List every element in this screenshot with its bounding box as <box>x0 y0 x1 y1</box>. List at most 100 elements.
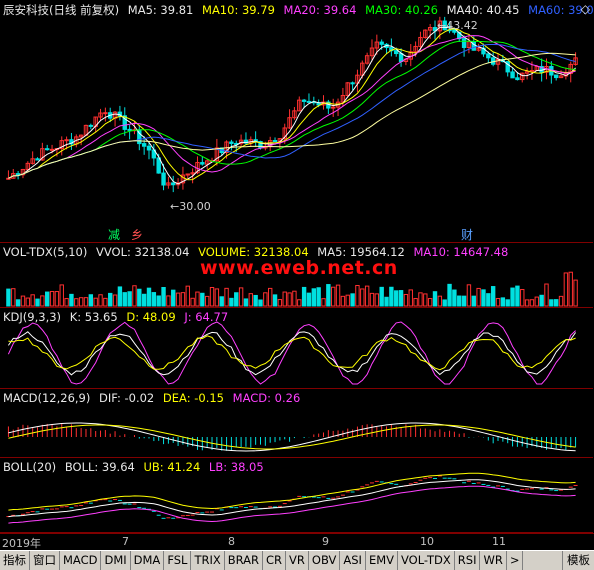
candle-body <box>103 112 108 115</box>
moving-average-line <box>8 44 576 179</box>
boll-ub-value: UB: 41.24 <box>143 460 201 474</box>
event-marker-right[interactable]: 财 <box>461 226 473 243</box>
tab-trix[interactable]: TRIX <box>191 551 225 570</box>
volume-bar <box>11 288 16 307</box>
candle-body <box>398 53 404 62</box>
ma40-value: MA40: 40.45 <box>446 3 520 17</box>
volume-bar <box>520 289 525 307</box>
candle-body <box>161 172 166 186</box>
tab-obv[interactable]: OBV <box>309 551 341 570</box>
tab-dma[interactable]: DMA <box>131 551 165 570</box>
date-label: 10 <box>420 535 434 548</box>
volume-bar <box>180 292 186 307</box>
tab-window[interactable]: 窗口 <box>30 551 60 570</box>
volume-bar <box>248 293 253 307</box>
tab-fsl[interactable]: FSL <box>164 551 192 570</box>
tab-macd[interactable]: MACD <box>60 551 102 570</box>
ma5-value: MA5: 39.81 <box>127 3 194 17</box>
volume-bar <box>166 295 171 307</box>
candle-body <box>15 173 21 176</box>
volume-bar <box>219 296 224 307</box>
moving-average-line <box>8 52 576 179</box>
candle-body <box>461 38 467 48</box>
tab-vol-tdx[interactable]: VOL-TDX <box>398 551 455 570</box>
macd-panel[interactable]: MACD(12,26,9) DIF: -0.02 DEA: -0.15 MACD… <box>0 389 593 458</box>
volume-bar <box>238 287 244 307</box>
volume-bar <box>423 293 428 307</box>
volume-bar <box>88 294 94 307</box>
volume-bar <box>243 298 249 307</box>
volume-bar <box>510 287 515 307</box>
volume-bar <box>49 290 55 307</box>
date-label: 2019年 <box>2 537 41 550</box>
tab-asi[interactable]: ASI <box>340 551 366 570</box>
boll-lower-band <box>8 485 576 524</box>
volume-bar <box>369 292 375 307</box>
volume-bar <box>204 295 210 307</box>
kdj-panel[interactable]: KDJ(9,3,3) K: 53.65 D: 48.09 J: 64.77 <box>0 308 593 389</box>
boll-mid-band <box>8 479 576 518</box>
tab-wr[interactable]: WR <box>480 551 507 570</box>
macd-dea-line <box>8 424 576 450</box>
boll-upper-band <box>8 472 576 511</box>
volume-bar <box>340 295 346 307</box>
tab-dmi[interactable]: DMI <box>101 551 131 570</box>
boll-header: BOLL(20) BOLL: 39.64 UB: 41.24 LB: 38.05 <box>3 460 269 474</box>
volume-bar <box>40 295 45 307</box>
volume-bar <box>394 290 399 307</box>
tab-brar[interactable]: BRAR <box>225 551 264 570</box>
volume-bar <box>524 299 530 307</box>
volume-bar <box>573 279 578 307</box>
event-marker-left-red[interactable]: 乡 <box>131 226 143 243</box>
volume-bar <box>364 285 370 307</box>
tab-more[interactable]: > <box>507 551 524 570</box>
volume-bar <box>306 292 312 307</box>
volume-bar <box>539 294 544 307</box>
date-label: 9 <box>322 535 329 548</box>
kdj-header: KDJ(9,3,3) K: 53.65 D: 48.09 J: 64.77 <box>3 310 233 324</box>
volume-bar <box>15 299 21 307</box>
volume-bar <box>331 286 336 307</box>
price-chart <box>6 16 578 193</box>
price-panel[interactable]: 辰安科技(日线 前复权) MA5: 39.81 MA10: 39.79 MA20… <box>0 0 594 243</box>
date-label: 7 <box>122 535 129 548</box>
tab-rsi[interactable]: RSI <box>455 551 481 570</box>
macd-dif-value: DIF: -0.02 <box>99 391 155 405</box>
kdj-d-line <box>8 335 576 371</box>
diamond-icon[interactable]: ◇ <box>581 2 590 16</box>
volume-bar <box>200 292 205 307</box>
tab-indicator[interactable]: 指标 <box>0 551 30 570</box>
candle-body <box>379 41 384 45</box>
volume-bar <box>287 292 292 307</box>
volume-bar <box>117 286 123 307</box>
volume-bar <box>553 299 559 307</box>
volume-bar <box>151 292 157 307</box>
volume-bar <box>486 293 491 307</box>
volume-bar <box>447 283 452 307</box>
candle-body <box>331 106 336 109</box>
volume-bar <box>466 284 472 307</box>
volume-bar <box>161 286 166 307</box>
volume-bar <box>78 297 84 307</box>
volume-bar <box>297 299 302 307</box>
candle-body <box>127 128 132 131</box>
boll-panel[interactable]: BOLL(20) BOLL: 39.64 UB: 41.24 LB: 38.05 <box>0 458 593 533</box>
volume-bar <box>282 291 287 307</box>
volume-bar <box>74 298 79 307</box>
tab-template[interactable]: 模板 <box>562 551 594 570</box>
volume-bar <box>277 299 283 307</box>
candle-body <box>141 143 147 147</box>
candle-body <box>510 71 515 79</box>
tab-emv[interactable]: EMV <box>366 551 398 570</box>
tab-cr[interactable]: CR <box>263 551 287 570</box>
volume-bar <box>311 288 317 307</box>
volume-bar <box>229 297 234 307</box>
price-header: 辰安科技(日线 前复权) MA5: 39.81 MA10: 39.79 MA20… <box>3 2 594 18</box>
tab-vr[interactable]: VR <box>286 551 309 570</box>
event-marker-left[interactable]: 减 <box>108 226 120 243</box>
volume-bar <box>6 288 11 307</box>
stock-title: 辰安科技(日线 前复权) <box>3 3 120 17</box>
volume-bar <box>69 293 74 307</box>
volume-bar <box>30 294 35 307</box>
volume-bar <box>108 292 113 307</box>
